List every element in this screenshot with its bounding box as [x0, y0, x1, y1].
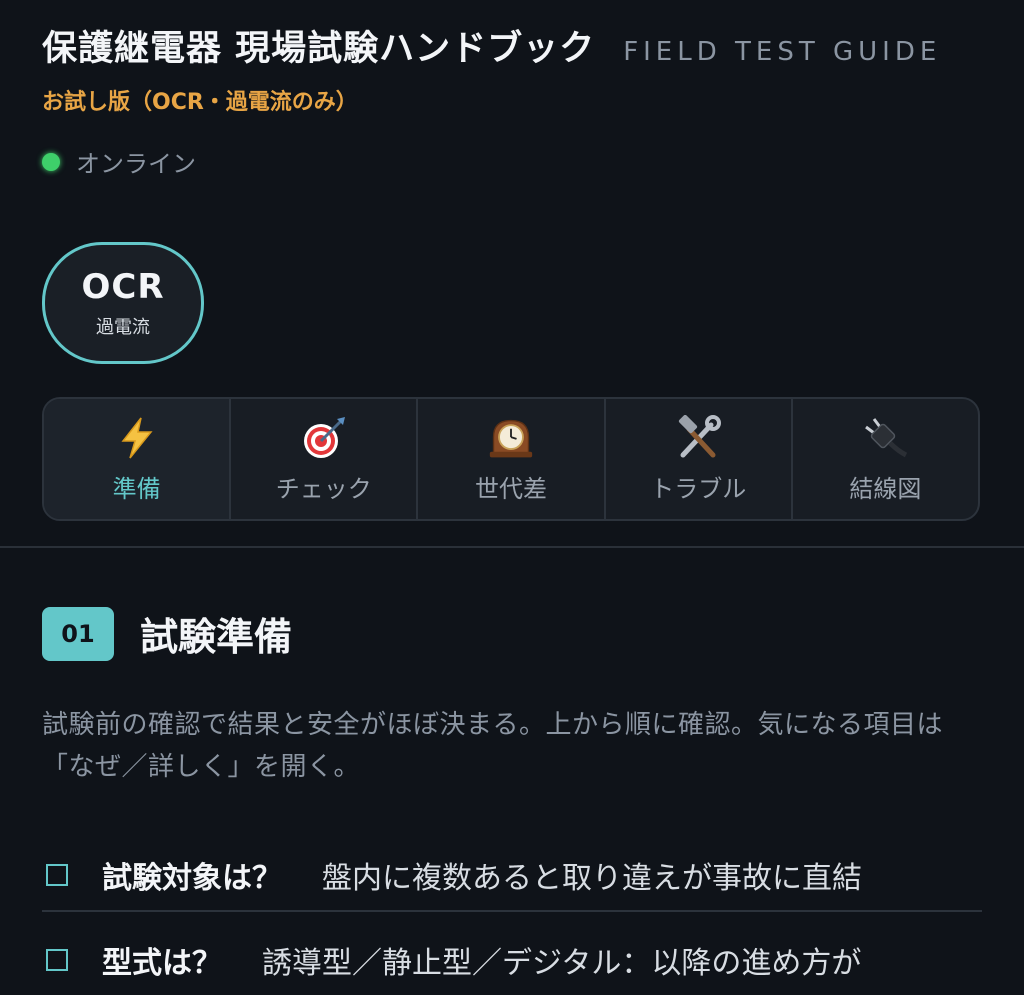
tab-generation-diff[interactable]: 世代差 — [418, 399, 606, 519]
lightning-icon — [114, 415, 160, 461]
section-divider — [0, 546, 1024, 548]
section-number-badge: 01 — [42, 606, 114, 661]
target-icon — [301, 415, 347, 461]
checklist-item-title: 試験対象は？ — [102, 861, 282, 896]
status-dot-icon — [42, 152, 60, 171]
checklist-item[interactable]: 型式は？ 誘導型／静止型／デジタル：以降の進め方が — [42, 925, 982, 995]
checkbox[interactable] — [46, 949, 68, 971]
page-title: 保護継電器 現場試験ハンドブック — [42, 29, 596, 69]
status-text: オンライン — [76, 150, 196, 178]
edition-label: お試し版（OCR・過電流のみ） — [42, 90, 358, 115]
tab-preparation[interactable]: 準備 — [44, 399, 232, 519]
relay-code: OCR — [81, 267, 165, 307]
relay-name: 過電流 — [96, 317, 150, 338]
checklist-item-title: 型式は？ — [102, 946, 222, 981]
checklist-item-note: 誘導型／静止型／デジタル：以降の進め方が — [262, 946, 862, 981]
relay-selector-ocr[interactable]: OCR 過電流 — [42, 242, 204, 364]
section-description: 試験前の確認で結果と安全がほぼ決まる。上から順に確認。気になる項目は「なぜ／詳し… — [42, 710, 944, 782]
tab-label: 結線図 — [849, 474, 922, 503]
plug-icon — [862, 415, 908, 461]
tab-wiring-diagram[interactable]: 結線図 — [793, 399, 978, 519]
header: 保護継電器 現場試験ハンドブック FIELD TEST GUIDE — [42, 20, 982, 71]
tab-label: 世代差 — [475, 474, 547, 503]
clock-icon — [488, 415, 534, 461]
tab-trouble[interactable]: トラブル — [606, 399, 793, 519]
checkbox[interactable] — [46, 864, 68, 886]
checklist-item[interactable]: 試験対象は？ 盤内に複数あると取り違えが事故に直結 — [42, 840, 982, 912]
connection-status: オンライン — [42, 144, 196, 179]
section-header: 01 試験準備 — [42, 606, 292, 661]
checklist-item-note: 盤内に複数あると取り違えが事故に直結 — [322, 861, 862, 896]
tools-icon — [675, 414, 722, 461]
tab-check[interactable]: チェック — [231, 399, 419, 519]
section-tabs: 準備 チェック 世代差 トラブル 結線図 — [42, 397, 980, 521]
tab-label: チェック — [275, 474, 372, 503]
tab-label: 準備 — [112, 474, 161, 503]
tab-label: トラブル — [650, 474, 747, 503]
section-title: 試験準備 — [140, 615, 293, 659]
page-title-english: FIELD TEST GUIDE — [623, 37, 942, 67]
